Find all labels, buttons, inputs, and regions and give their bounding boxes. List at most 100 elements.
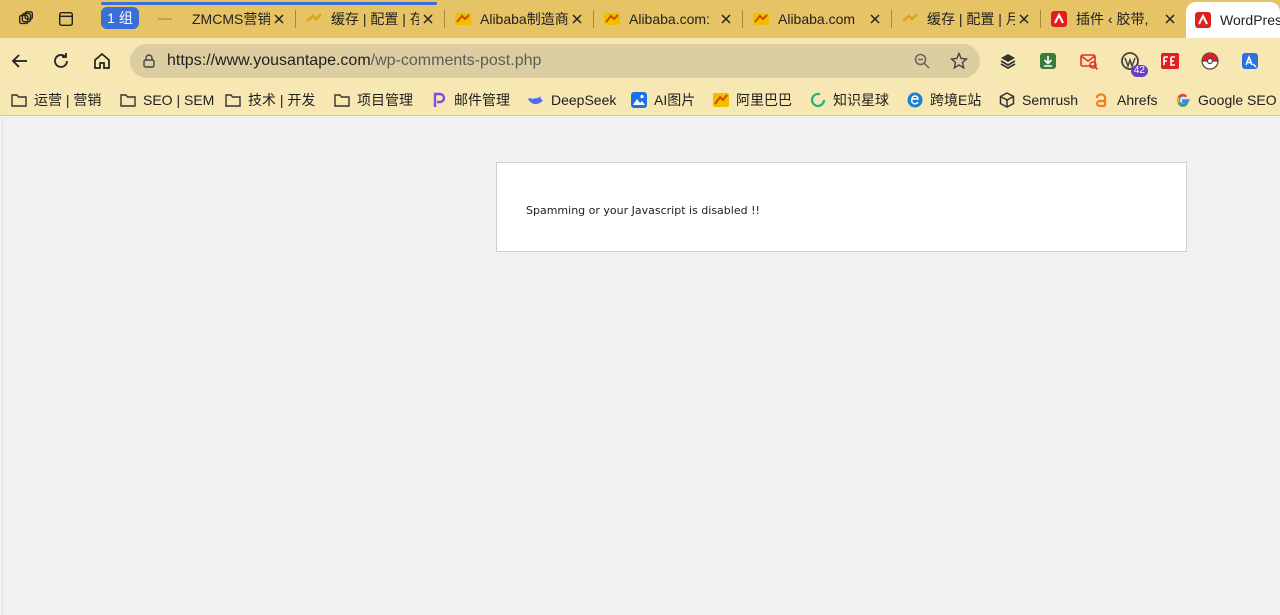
wordpress-extension-icon[interactable]: 42 xyxy=(1118,49,1148,77)
tab-group-chip[interactable]: 1 组 xyxy=(101,7,139,29)
tab-alibaba-com-1[interactable]: Alibaba.com: xyxy=(595,4,741,34)
e-station-icon xyxy=(906,91,924,109)
wordpress-badge: 42 xyxy=(1130,65,1148,77)
alibaba-favicon-icon xyxy=(603,10,621,28)
reload-button[interactable] xyxy=(47,47,75,75)
alibaba-favicon-icon xyxy=(454,10,472,28)
back-button[interactable] xyxy=(6,47,34,75)
ahrefs-icon xyxy=(1093,91,1111,109)
alibaba-favicon-icon xyxy=(752,10,770,28)
bookmark-cross-border-e[interactable]: 跨境E站 xyxy=(906,89,981,111)
wordpress-favicon-icon xyxy=(1194,11,1212,29)
litespeed-favicon-icon xyxy=(901,10,919,28)
error-message-box: Spamming or your Javascript is disabled … xyxy=(496,162,1187,252)
translate-extension-icon[interactable] xyxy=(1238,49,1262,73)
zoom-out-icon[interactable] xyxy=(912,51,932,71)
bookmark-label: AI图片 xyxy=(654,92,696,108)
bookmark-zsxq[interactable]: 知识星球 xyxy=(809,89,889,111)
close-icon[interactable] xyxy=(866,10,884,28)
download-extension-icon[interactable] xyxy=(1036,49,1060,73)
mail-search-extension-icon[interactable] xyxy=(1077,49,1101,73)
bookmark-label: 阿里巴巴 xyxy=(736,92,792,108)
bookmark-semrush[interactable]: Semrush xyxy=(998,89,1078,111)
bookmark-label: Ahrefs xyxy=(1117,92,1158,108)
bookmarks-bar: 运营 | 营销 SEO | SEM 技术 | 开发 项目管理 邮件管理 Deep… xyxy=(0,84,1280,116)
zmcms-favicon-icon xyxy=(156,10,174,28)
tab-title: Alibaba.com: xyxy=(629,11,710,27)
bookmark-folder-seo-sem[interactable]: SEO | SEM xyxy=(119,89,214,111)
bookmark-label: 运营 | 营销 xyxy=(34,92,102,108)
bookmark-label: 跨境E站 xyxy=(930,92,982,108)
folder-icon xyxy=(10,91,28,109)
tab-title: Alibaba.com xyxy=(778,11,856,27)
layers-extension-icon[interactable] xyxy=(996,49,1020,73)
tab-separator xyxy=(891,10,892,28)
close-icon[interactable] xyxy=(419,10,437,28)
bookmark-label: DeepSeek xyxy=(551,92,617,108)
tab-title: 缓存 | 配置 | 存 xyxy=(331,11,419,27)
bookmark-folder-ops-marketing[interactable]: 运营 | 营销 xyxy=(10,89,101,111)
plugin-favicon-icon xyxy=(1050,10,1068,28)
bookmark-ahrefs[interactable]: Ahrefs xyxy=(1093,89,1157,111)
mail-p-icon xyxy=(430,91,448,109)
litespeed-favicon-icon xyxy=(305,10,323,28)
bookmark-google-seo[interactable]: Google SEO xyxy=(1174,89,1277,111)
folder-icon xyxy=(224,91,242,109)
site-info-icon[interactable] xyxy=(138,50,160,72)
pokeball-extension-icon[interactable] xyxy=(1198,49,1222,73)
cube-icon xyxy=(998,91,1016,109)
workspaces-icon[interactable] xyxy=(13,6,39,32)
deepseek-whale-icon xyxy=(527,91,545,109)
url-path: /wp-comments-post.php xyxy=(370,52,542,69)
tab-separator xyxy=(593,10,594,28)
close-icon[interactable] xyxy=(717,10,735,28)
tab-title: 插件 ‹ 胶带, xyxy=(1076,11,1149,27)
bookmark-star-icon[interactable] xyxy=(949,51,969,71)
bookmark-deepseek[interactable]: DeepSeek xyxy=(527,89,616,111)
folder-icon xyxy=(119,91,137,109)
bookmark-mail-mgmt[interactable]: 邮件管理 xyxy=(430,89,510,111)
folder-icon xyxy=(333,91,351,109)
bookmark-ai-image[interactable]: AI图片 xyxy=(630,89,695,111)
google-icon xyxy=(1174,91,1192,109)
bookmark-label: SEO | SEM xyxy=(143,92,215,108)
tab-cache-config-2[interactable]: 缓存 | 配置 | 月 xyxy=(893,4,1039,34)
close-icon[interactable] xyxy=(270,10,288,28)
address-bar[interactable]: https://www.yousantape.com/wp-comments-p… xyxy=(130,44,980,78)
tab-alibaba-com-2[interactable]: Alibaba.com xyxy=(744,4,890,34)
tab-title: WordPress xyxy=(1220,12,1280,28)
tab-separator xyxy=(1040,10,1041,28)
tab-alibaba-manufacturer[interactable]: Alibaba制造商 xyxy=(446,4,592,34)
url-text[interactable]: https://www.yousantape.com/wp-comments-p… xyxy=(167,52,541,70)
knowledge-planet-icon xyxy=(809,91,827,109)
ai-image-icon xyxy=(630,91,648,109)
tab-title: Alibaba制造商 xyxy=(480,11,568,27)
tab-separator xyxy=(742,10,743,28)
tab-zmcms[interactable]: ZMCMS营销管 xyxy=(148,4,294,34)
bookmark-folder-project-mgmt[interactable]: 项目管理 xyxy=(333,89,413,111)
bookmark-label: 知识星球 xyxy=(833,92,889,108)
tab-strip: 1 组 ZMCMS营销管 缓存 | 配置 | 存 Alibaba制造商 Alib… xyxy=(0,0,1280,38)
close-icon[interactable] xyxy=(1015,10,1033,28)
close-icon[interactable] xyxy=(1161,10,1179,28)
bookmark-label: Semrush xyxy=(1022,92,1079,108)
close-icon[interactable] xyxy=(568,10,586,28)
bookmark-folder-tech-dev[interactable]: 技术 | 开发 xyxy=(224,89,315,111)
tab-cache-config[interactable]: 缓存 | 配置 | 存 xyxy=(297,4,443,34)
bookmark-label: 技术 | 开发 xyxy=(248,92,316,108)
tab-separator xyxy=(444,10,445,28)
error-message: Spamming or your Javascript is disabled … xyxy=(526,204,760,217)
vertical-tabs-icon[interactable] xyxy=(53,6,79,32)
bookmark-label: 邮件管理 xyxy=(454,92,510,108)
tab-title: 缓存 | 配置 | 月 xyxy=(927,11,1015,27)
home-button[interactable] xyxy=(88,47,116,75)
bookmark-alibaba[interactable]: 阿里巴巴 xyxy=(712,89,792,111)
tab-separator xyxy=(295,10,296,28)
bookmark-label: 项目管理 xyxy=(357,92,413,108)
toolbar: https://www.yousantape.com/wp-comments-p… xyxy=(0,38,1280,84)
tab-wordpress[interactable]: WordPress xyxy=(1186,2,1280,38)
tab-plugins[interactable]: 插件 ‹ 胶带, xyxy=(1042,4,1185,34)
alibaba-icon xyxy=(712,91,730,109)
fe-extension-icon[interactable] xyxy=(1158,49,1182,73)
tab-title: ZMCMS营销管 xyxy=(192,11,270,27)
